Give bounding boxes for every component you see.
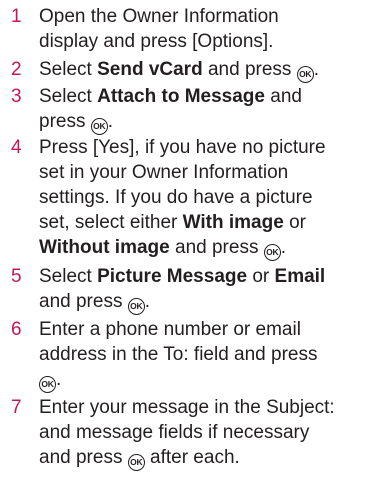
menu-option: Attach to Message: [97, 86, 265, 107]
step-number: 3: [11, 86, 22, 107]
step-number: 5: [11, 266, 22, 287]
ok-key-icon: OK: [263, 244, 281, 261]
menu-option: With image: [182, 212, 284, 233]
step-text: Enter your message in the Subject: and m…: [39, 395, 369, 471]
ok-key-icon: OK: [39, 376, 56, 393]
step-text: Select Send vCard and press OK.: [39, 57, 369, 83]
ok-key-icon: OK: [90, 118, 108, 135]
step-text: Press [Yes], if you have no picture set …: [39, 135, 369, 261]
step-number: 2: [11, 59, 22, 80]
menu-option: Without image: [39, 237, 170, 258]
menu-option: Picture Message: [97, 266, 248, 287]
ok-key-icon: OK: [127, 454, 145, 471]
step-text: Open the Owner Information display and p…: [39, 6, 279, 52]
step-text: Select Picture Message or Email and pres…: [39, 264, 369, 315]
menu-option: Email: [274, 266, 326, 287]
ok-key-icon: OK: [127, 298, 145, 315]
step-number: 4: [11, 137, 22, 158]
step-number: 1: [11, 6, 22, 27]
step-number: 7: [11, 397, 22, 418]
step-number: 6: [11, 319, 22, 340]
step-text: Select Attach to Message and press OK.: [39, 84, 369, 135]
ok-key-icon: OK: [296, 66, 314, 83]
menu-option: Send vCard: [97, 59, 203, 80]
step-text: Enter a phone number or email address in…: [39, 317, 369, 393]
